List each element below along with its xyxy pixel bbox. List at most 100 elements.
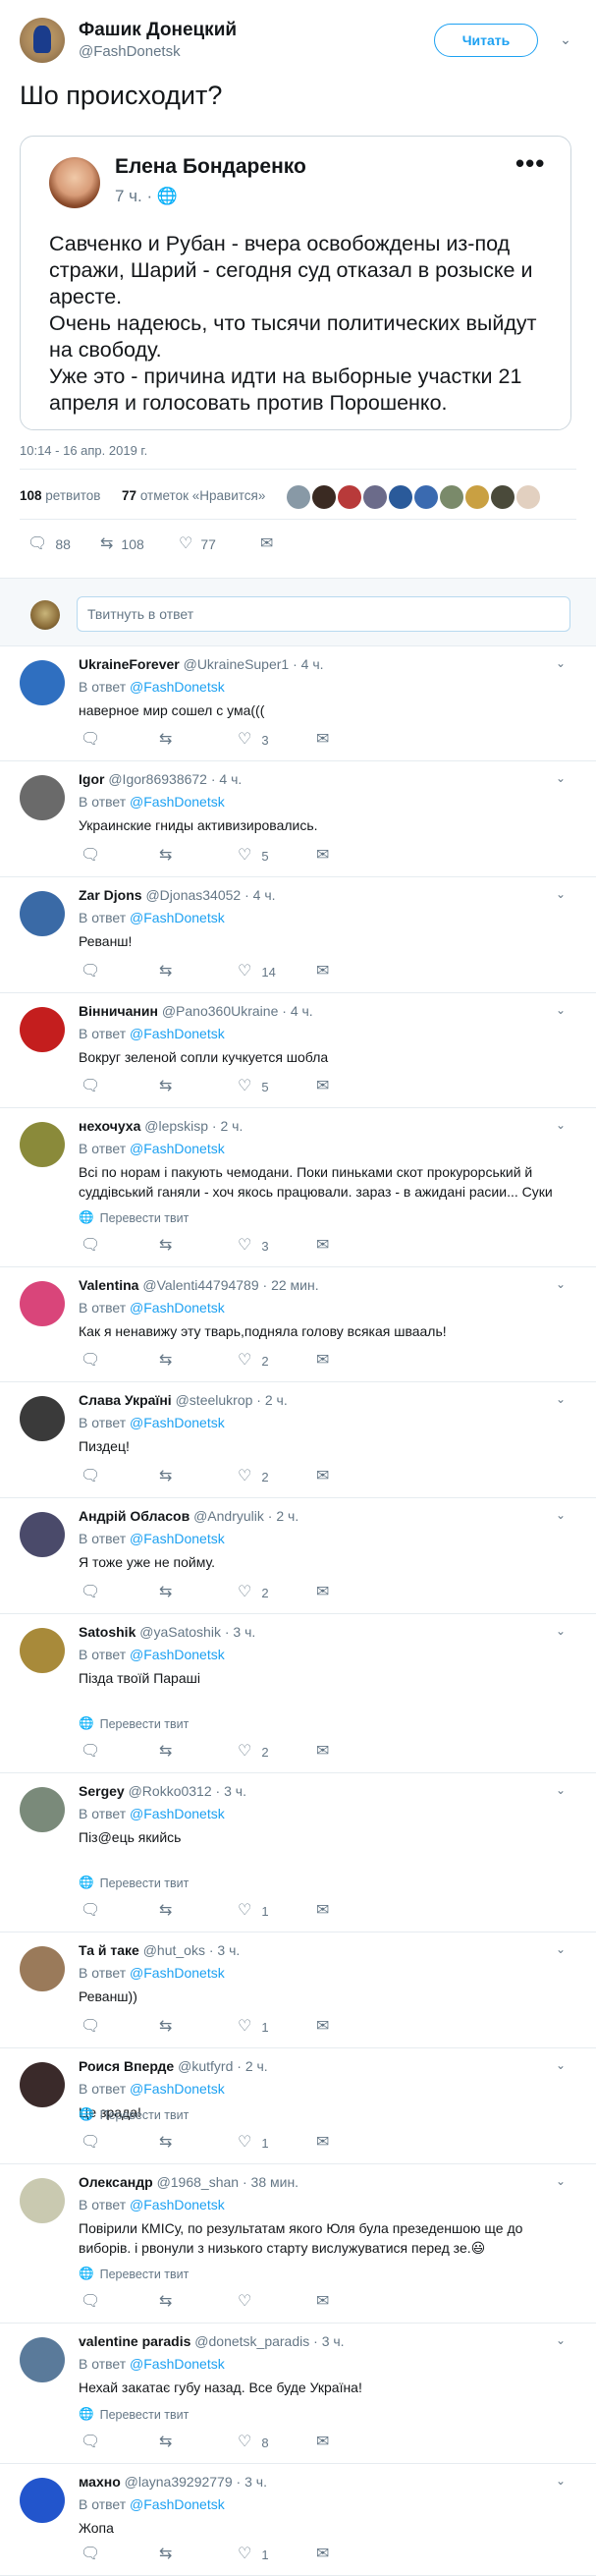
chevron-down-icon[interactable]: ⌄: [556, 29, 575, 49]
reply-avatar[interactable]: [20, 1122, 65, 1167]
reply-author-name[interactable]: valentine paradis: [79, 2333, 190, 2349]
translate-link[interactable]: 🌐 Перевести твит: [79, 2267, 189, 2281]
reply-to-handle[interactable]: @FashDonetsk: [130, 1531, 225, 1546]
like-button[interactable]: ♡ 2: [238, 1469, 269, 1484]
chevron-down-icon[interactable]: ⌄: [556, 1942, 566, 1956]
chevron-down-icon[interactable]: ⌄: [556, 1624, 566, 1638]
retweet-button[interactable]: ⇆: [159, 1903, 172, 1919]
reply-time[interactable]: 3 ч.: [233, 1624, 255, 1640]
reply-author-handle[interactable]: @hut_oks: [143, 1942, 205, 1958]
liker-avatar[interactable]: [389, 485, 412, 509]
reply-time[interactable]: 3 ч.: [217, 1942, 240, 1958]
retweet-button[interactable]: ⇆: [159, 1079, 172, 1094]
reply-tweet[interactable]: махно @layna39292779 · 3 ч. ⌄ В ответ @Fas…: [0, 2464, 596, 2576]
reply-button[interactable]: 🗨: [81, 1079, 100, 1094]
reply-button[interactable]: 🗨: [81, 1903, 100, 1919]
author-name[interactable]: Фашик Донецкий: [79, 20, 237, 41]
chevron-down-icon[interactable]: ⌄: [556, 771, 566, 785]
like-button[interactable]: ♡ 3: [238, 1238, 269, 1254]
reply-author-name[interactable]: Satoshik: [79, 1624, 135, 1640]
quoted-author-name[interactable]: Елена Бондаренко: [115, 155, 306, 179]
retweets-count[interactable]: 108: [20, 488, 42, 503]
reply-time[interactable]: 4 ч.: [219, 771, 242, 787]
reply-time[interactable]: 3 ч.: [244, 2474, 267, 2490]
reply-author-handle[interactable]: @kutfyrd: [178, 2058, 233, 2074]
likes-count[interactable]: 77: [122, 488, 136, 503]
reply-time[interactable]: 38 мин.: [251, 2174, 299, 2190]
retweet-button[interactable]: ⇆: [159, 1469, 172, 1484]
reply-tweet[interactable]: Слава Україні @steelukrop · 2 ч. ⌄ В ответ…: [0, 1382, 596, 1498]
reply-button[interactable]: 🗨: [81, 2294, 100, 2310]
retweet-button[interactable]: ⇆: [159, 2135, 172, 2151]
retweets-label[interactable]: ретвитов: [45, 488, 100, 503]
reply-to-handle[interactable]: @FashDonetsk: [130, 1965, 225, 1981]
like-button[interactable]: ♡ 1: [238, 2547, 269, 2562]
reply-time[interactable]: 2 ч.: [276, 1508, 298, 1524]
chevron-down-icon[interactable]: ⌄: [556, 1118, 566, 1132]
reply-time[interactable]: 2 ч.: [265, 1392, 288, 1408]
retweet-button[interactable]: ⇆: [159, 1585, 172, 1600]
message-button[interactable]: ✉: [316, 1585, 329, 1600]
reply-to-handle[interactable]: @FashDonetsk: [130, 794, 225, 810]
liker-avatar[interactable]: [440, 485, 463, 509]
likes-label[interactable]: отметок «Нравится»: [140, 488, 266, 503]
quoted-author-avatar[interactable]: [49, 157, 100, 208]
reply-author-name[interactable]: Андрій Обласов: [79, 1508, 190, 1524]
reply-author-name[interactable]: Роися Вперде: [79, 2058, 174, 2074]
reply-author-handle[interactable]: @Pano360Ukraine: [162, 1003, 279, 1019]
liker-avatar[interactable]: [287, 485, 310, 509]
reply-to-handle[interactable]: @FashDonetsk: [130, 2356, 225, 2372]
like-button[interactable]: ♡ 2: [238, 1353, 269, 1369]
reply-time[interactable]: 4 ч.: [301, 656, 324, 672]
message-button[interactable]: ✉: [316, 732, 329, 748]
like-button[interactable]: ♡ 14: [238, 964, 276, 980]
reply-avatar[interactable]: [20, 2178, 65, 2223]
reply-author-name[interactable]: Та й таке: [79, 1942, 139, 1958]
like-button[interactable]: ♡ 2: [238, 1585, 269, 1600]
reply-tweet[interactable]: Андрій Обласов @Andryulik · 2 ч. ⌄ В ответ…: [0, 1498, 596, 1614]
reply-author-name[interactable]: Valentina: [79, 1277, 138, 1293]
reply-avatar[interactable]: [20, 2062, 65, 2107]
reply-avatar[interactable]: [20, 775, 65, 820]
reply-to-handle[interactable]: @FashDonetsk: [130, 910, 225, 925]
translate-link[interactable]: 🌐 Перевести твит: [79, 2407, 189, 2422]
chevron-down-icon[interactable]: ⌄: [556, 2474, 566, 2488]
reply-avatar[interactable]: [20, 1396, 65, 1441]
retweet-button[interactable]: ⇆: [159, 964, 172, 980]
reply-avatar[interactable]: [20, 660, 65, 705]
message-button[interactable]: ✉: [316, 2294, 329, 2310]
reply-avatar[interactable]: [20, 1512, 65, 1557]
liker-avatar[interactable]: [491, 485, 515, 509]
reply-button[interactable]: 🗨: [81, 1469, 100, 1484]
reply-author-handle[interactable]: @Andryulik: [193, 1508, 264, 1524]
reply-tweet[interactable]: Та й таке @hut_oks · 3 ч. ⌄ В ответ @FashD…: [0, 1932, 596, 2048]
reply-to-handle[interactable]: @FashDonetsk: [130, 679, 225, 695]
follow-button[interactable]: Читать: [434, 24, 538, 57]
reply-time[interactable]: 4 ч.: [291, 1003, 313, 1019]
message-button[interactable]: ✉: [316, 1353, 329, 1369]
reply-author-handle[interactable]: @1968_shan: [157, 2174, 240, 2190]
reply-to-handle[interactable]: @FashDonetsk: [130, 1647, 225, 1662]
reply-author-name[interactable]: Sergey: [79, 1783, 125, 1799]
reply-author-handle[interactable]: @Igor86938672: [108, 771, 207, 787]
reply-to-handle[interactable]: @FashDonetsk: [130, 1026, 225, 1041]
reply-to-handle[interactable]: @FashDonetsk: [130, 1300, 225, 1316]
reply-author-handle[interactable]: @UkraineSuper1: [184, 656, 290, 672]
like-button[interactable]: ♡: [238, 2294, 261, 2310]
tweet-timestamp[interactable]: 10:14 - 16 апр. 2019 г.: [20, 443, 147, 458]
reply-author-name[interactable]: Вінничанин: [79, 1003, 158, 1019]
reply-button[interactable]: 🗨 88: [27, 534, 71, 554]
author-avatar[interactable]: [20, 18, 65, 63]
reply-to-handle[interactable]: @FashDonetsk: [130, 2496, 225, 2512]
retweet-button[interactable]: ⇆: [159, 848, 172, 864]
translate-link[interactable]: 🌐 Перевести твит: [79, 1210, 189, 1225]
chevron-down-icon[interactable]: ⌄: [556, 2058, 566, 2072]
reply-time[interactable]: 2 ч.: [245, 2058, 268, 2074]
retweet-button[interactable]: ⇆: [159, 1353, 172, 1369]
message-button[interactable]: ✉: [316, 1744, 329, 1760]
like-button[interactable]: ♡ 1: [238, 2135, 269, 2151]
reply-time[interactable]: 4 ч.: [253, 887, 276, 903]
message-button[interactable]: ✉: [316, 1903, 329, 1919]
reply-tweet[interactable]: Роися Вперде @kutfyrd · 2 ч. ⌄ В ответ @Fa…: [0, 2048, 596, 2164]
message-button[interactable]: ✉: [316, 2135, 329, 2151]
